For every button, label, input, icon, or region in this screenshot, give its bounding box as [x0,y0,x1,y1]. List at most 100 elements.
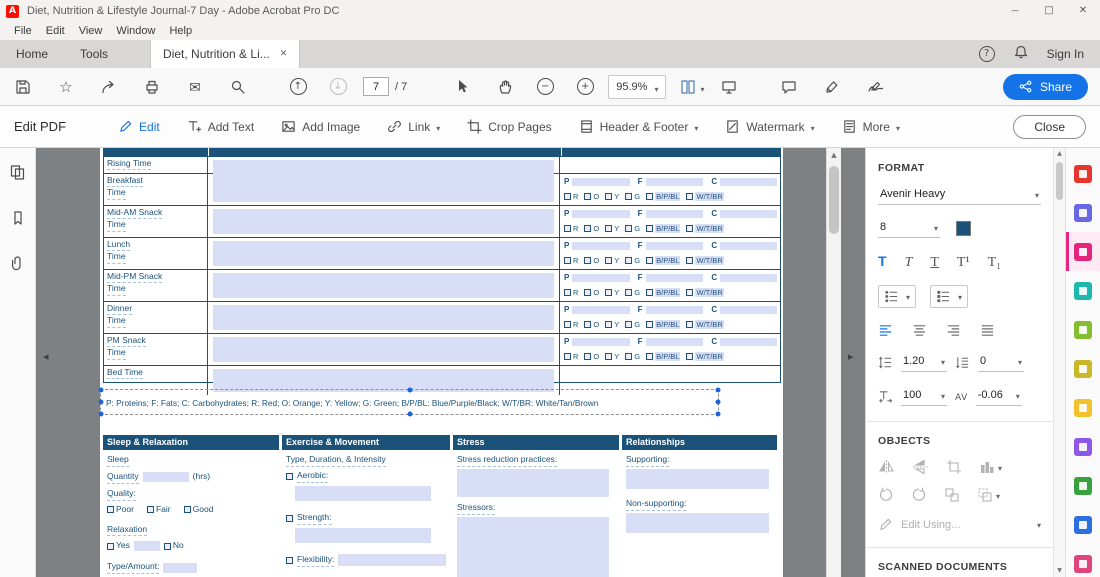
rotate-right-button[interactable] [911,487,927,503]
font-color-swatch[interactable] [956,221,971,236]
pfc-entry-field[interactable] [720,241,778,250]
menu-window[interactable]: Window [109,25,162,37]
menu-view[interactable]: View [72,25,110,37]
subscript-button[interactable] [988,256,1001,270]
more-tools-tool-button[interactable] [1066,544,1100,577]
close-document-tab-icon[interactable] [280,50,288,59]
print-button[interactable] [141,75,163,99]
food-color-checkbox[interactable] [605,225,613,232]
align-justify-button[interactable] [980,323,995,338]
food-color-checkbox[interactable] [584,225,592,232]
highlight-button[interactable] [821,75,843,99]
flexibility-field[interactable] [338,554,446,567]
combine-files-tool-button[interactable] [1066,310,1100,349]
zoom-in-button[interactable] [574,75,596,99]
close-edit-mode-button[interactable]: Close [1013,114,1086,139]
underline-button[interactable] [930,256,939,270]
panel-scroll-down-arrow[interactable] [1054,565,1065,577]
pfc-entry-field[interactable] [645,337,704,346]
align-objects-button[interactable] [979,459,1002,475]
align-left-button[interactable] [878,323,893,338]
more-button[interactable]: More [842,119,900,134]
food-color-checkbox[interactable] [686,225,694,232]
line-spacing-select[interactable]: 1.20 [901,353,947,372]
flexibility-checkbox[interactable] [286,556,293,564]
sign-in-button[interactable]: Sign In [1047,47,1084,61]
pfc-entry-field[interactable] [572,209,630,218]
quality-poor-checkbox[interactable] [107,506,114,514]
food-color-checkbox[interactable] [564,353,571,360]
panel-scrollbar-thumb[interactable] [1056,162,1063,200]
pfc-entry-field[interactable] [720,305,778,314]
scroll-up-arrow[interactable] [827,148,841,163]
request-signatures-tool-button[interactable] [1066,466,1100,505]
flip-vertical-button[interactable] [912,459,929,475]
menu-help[interactable]: Help [162,25,199,37]
food-entry-field[interactable] [213,209,554,234]
email-button[interactable] [184,75,206,99]
strength-field[interactable] [295,527,431,543]
food-entry-field[interactable] [213,337,554,362]
selection-handle[interactable] [407,387,412,393]
zoom-out-button[interactable] [534,75,556,99]
pfc-entry-field[interactable] [720,177,778,186]
favorite-button[interactable] [55,75,77,99]
collapse-left-panel-icon[interactable] [43,351,49,362]
fill-sign-tool-button[interactable] [1066,427,1100,466]
align-center-button[interactable] [912,323,927,338]
food-color-checkbox[interactable] [564,225,571,232]
food-color-checkbox[interactable] [646,289,654,296]
stress-practices-field[interactable] [457,468,609,497]
tab-home[interactable]: Home [0,40,64,68]
relaxation-type-field[interactable] [163,562,198,573]
pfc-entry-field[interactable] [645,273,704,282]
selection-handle[interactable] [407,411,412,417]
pfc-entry-field[interactable] [645,305,704,314]
close-window-button[interactable] [1066,0,1100,22]
reading-mode-button[interactable] [718,75,740,99]
organize-pages-tool-button[interactable] [1066,193,1100,232]
numbered-list-button[interactable] [930,285,969,308]
food-color-checkbox[interactable] [605,257,613,264]
food-entry-field[interactable] [213,273,554,298]
protect-tool-button[interactable] [1066,505,1100,544]
menu-edit[interactable]: Edit [39,25,72,37]
help-button[interactable] [978,46,995,62]
food-color-checkbox[interactable] [625,225,633,232]
food-color-checkbox[interactable] [564,257,571,264]
food-color-checkbox[interactable] [625,193,633,200]
quality-good-checkbox[interactable] [183,506,191,514]
pfc-entry-field[interactable] [645,241,704,250]
aerobic-field[interactable] [295,485,431,501]
aerobic-checkbox[interactable] [286,472,293,480]
pfc-entry-field[interactable] [645,209,704,218]
food-color-checkbox[interactable] [686,289,694,296]
selection-handle[interactable] [98,411,104,417]
previous-page-button[interactable] [287,75,309,99]
pfc-entry-field[interactable] [720,209,778,218]
crop-object-button[interactable] [946,459,962,475]
font-size-select[interactable]: 8 [878,219,940,238]
attachments-button[interactable] [10,255,26,276]
pfc-entry-field[interactable] [645,177,704,186]
food-color-checkbox[interactable] [646,193,654,200]
bookmarks-button[interactable] [10,210,26,231]
pfc-entry-field[interactable] [572,241,630,250]
comment-tool-button[interactable] [1066,388,1100,427]
food-color-checkbox[interactable] [686,257,694,264]
draw-sign-button[interactable] [864,75,886,99]
food-color-checkbox[interactable] [584,193,592,200]
food-entry-field[interactable] [213,241,554,266]
zoom-level-select[interactable]: 95.9% [608,74,667,99]
font-family-select[interactable]: Avenir Heavy [878,186,1041,205]
food-color-checkbox[interactable] [584,321,592,328]
food-color-checkbox[interactable] [605,321,613,328]
food-entry-field[interactable] [213,177,554,202]
relaxation-field[interactable] [133,541,160,552]
header-footer-button[interactable]: Header & Footer [579,119,699,134]
food-color-checkbox[interactable] [605,289,613,296]
food-color-checkbox[interactable] [605,193,613,200]
pfc-entry-field[interactable] [720,273,778,282]
select-tool-button[interactable] [451,75,473,99]
food-color-checkbox[interactable] [686,353,694,360]
